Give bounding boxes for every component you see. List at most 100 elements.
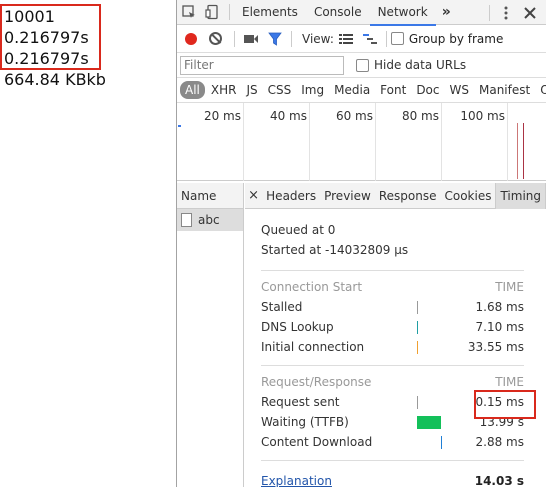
explanation-link[interactable]: Explanation [261, 471, 332, 487]
timing-value: 2.88 ms [475, 435, 524, 449]
tab-timing[interactable]: Timing [495, 182, 546, 209]
timing-bar-track [417, 320, 462, 334]
timing-label: Initial connection [261, 340, 365, 354]
tab-elements[interactable]: Elements [234, 0, 306, 25]
tab-console[interactable]: Console [306, 0, 370, 25]
waterfall-view-icon[interactable] [358, 27, 382, 51]
time-column-label: TIME [495, 375, 524, 389]
close-icon[interactable] [518, 1, 542, 25]
type-filter-doc[interactable]: Doc [412, 81, 443, 99]
type-filter-media[interactable]: Media [330, 81, 374, 99]
queued-at-text: Queued at 0 [261, 223, 336, 237]
name-column-header[interactable]: Name [177, 183, 243, 209]
timing-total-row: Explanation 14.03 s [261, 471, 524, 487]
request-name-column: Name abc [177, 183, 244, 487]
timing-label: DNS Lookup [261, 320, 334, 334]
type-filter-manifest[interactable]: Manifest [475, 81, 534, 99]
time-column-label: TIME [495, 280, 524, 294]
toolbar-right-icons [485, 0, 542, 25]
close-detail-icon[interactable]: × [245, 188, 262, 203]
clear-icon[interactable] [209, 32, 222, 45]
timing-label: Stalled [261, 300, 303, 314]
timeline-tick-label: 40 ms [269, 109, 307, 123]
document-icon [181, 213, 192, 227]
type-filter-css[interactable]: CSS [264, 81, 296, 99]
section-title: Connection Start [261, 280, 363, 294]
toolbar-divider [229, 4, 230, 20]
divider [261, 460, 524, 461]
timeline-gridline [507, 103, 508, 181]
timing-label: Content Download [261, 435, 373, 449]
request-row[interactable]: abc [177, 209, 243, 231]
resource-type-filter-bar: All XHR JS CSS Img Media Font Doc WS Man… [177, 78, 546, 103]
network-lower-pane: Name abc × Headers Preview Response Cook… [177, 182, 546, 487]
timing-value: 1.68 ms [475, 300, 524, 314]
timing-label: Waiting (TTFB) [261, 415, 349, 429]
tab-network[interactable]: Network [369, 0, 436, 26]
hide-data-urls-option: Hide data URLs [356, 58, 466, 72]
toolbar-divider [489, 4, 490, 21]
type-filter-xhr[interactable]: XHR [207, 81, 241, 99]
timing-bar [417, 321, 418, 334]
timeline-gridline [309, 103, 310, 181]
hide-data-urls-checkbox[interactable] [356, 58, 369, 72]
divider [261, 365, 524, 366]
toolbar-divider [385, 30, 387, 47]
detail-tabs: × Headers Preview Response Cookies Timin… [245, 182, 546, 209]
type-filter-img[interactable]: Img [297, 81, 328, 99]
filter-bar: Hide data URLs [177, 53, 546, 78]
hide-data-urls-label: Hide data URLs [374, 58, 467, 72]
type-filter-other[interactable]: Oth [536, 81, 546, 99]
timing-value: 33.55 ms [467, 340, 524, 354]
group-by-frame-checkbox[interactable] [390, 32, 404, 45]
timing-bar [417, 416, 441, 429]
output-line-size: 664.84 KBkb [4, 70, 106, 89]
timing-label: Request sent [261, 395, 340, 409]
timing-bar [417, 301, 418, 314]
tab-preview[interactable]: Preview [320, 183, 375, 209]
kebab-menu-icon[interactable] [494, 1, 518, 25]
request-name: abc [198, 213, 220, 227]
tab-headers[interactable]: Headers [262, 183, 320, 209]
timeline-domcontent-marker [523, 123, 524, 179]
request-detail-pane: × Headers Preview Response Cookies Timin… [245, 182, 546, 487]
timeline-tick-label: 100 ms [460, 109, 505, 123]
type-filter-all[interactable]: All [180, 81, 205, 99]
timing-bar-track [417, 395, 462, 409]
filter-input[interactable] [180, 55, 344, 75]
timeline-load-marker [517, 123, 518, 179]
started-at-text: Started at -14032809 µs [261, 243, 409, 257]
type-filter-ws[interactable]: WS [446, 81, 473, 99]
timing-bar-track [417, 435, 462, 449]
request-response-header: Request/Response TIME [261, 372, 524, 392]
timing-value: 7.10 ms [475, 320, 524, 334]
inspect-element-icon[interactable] [177, 0, 201, 24]
timing-total: 14.03 s [474, 474, 524, 487]
timing-row-stalled: Stalled 1.68 ms [261, 297, 524, 317]
timing-row-dns: DNS Lookup 7.10 ms [261, 317, 524, 337]
timing-bar-track [417, 300, 462, 314]
timing-panel: Queued at 0 Started at -14032809 µs Conn… [261, 220, 524, 487]
timeline-tick-label: 80 ms [401, 109, 439, 123]
toolbar-divider [291, 30, 292, 47]
record-button[interactable] [185, 32, 197, 45]
device-toolbar-icon[interactable] [201, 0, 225, 24]
tab-response[interactable]: Response [375, 183, 441, 209]
list-view-icon[interactable] [334, 27, 358, 51]
filter-funnel-icon[interactable] [263, 27, 287, 51]
red-highlight-box [0, 4, 101, 70]
timeline-gridline [375, 103, 376, 181]
timing-bar-track [417, 415, 462, 429]
type-filter-js[interactable]: JS [242, 81, 261, 99]
toolbar-divider [234, 30, 235, 47]
type-filter-font[interactable]: Font [376, 81, 410, 99]
timing-row-content-download: Content Download 2.88 ms [261, 432, 524, 452]
video-camera-icon[interactable] [239, 27, 263, 51]
group-by-frame-label: Group by frame [408, 31, 504, 46]
timing-bar [417, 341, 418, 354]
network-overview-timeline[interactable]: 20 ms 40 ms 60 ms 80 ms 100 ms [177, 103, 546, 181]
timeline-gridline [441, 103, 442, 181]
more-tabs-button[interactable]: » [436, 4, 457, 20]
tab-cookies[interactable]: Cookies [440, 183, 495, 209]
timing-bar-track [417, 340, 462, 354]
